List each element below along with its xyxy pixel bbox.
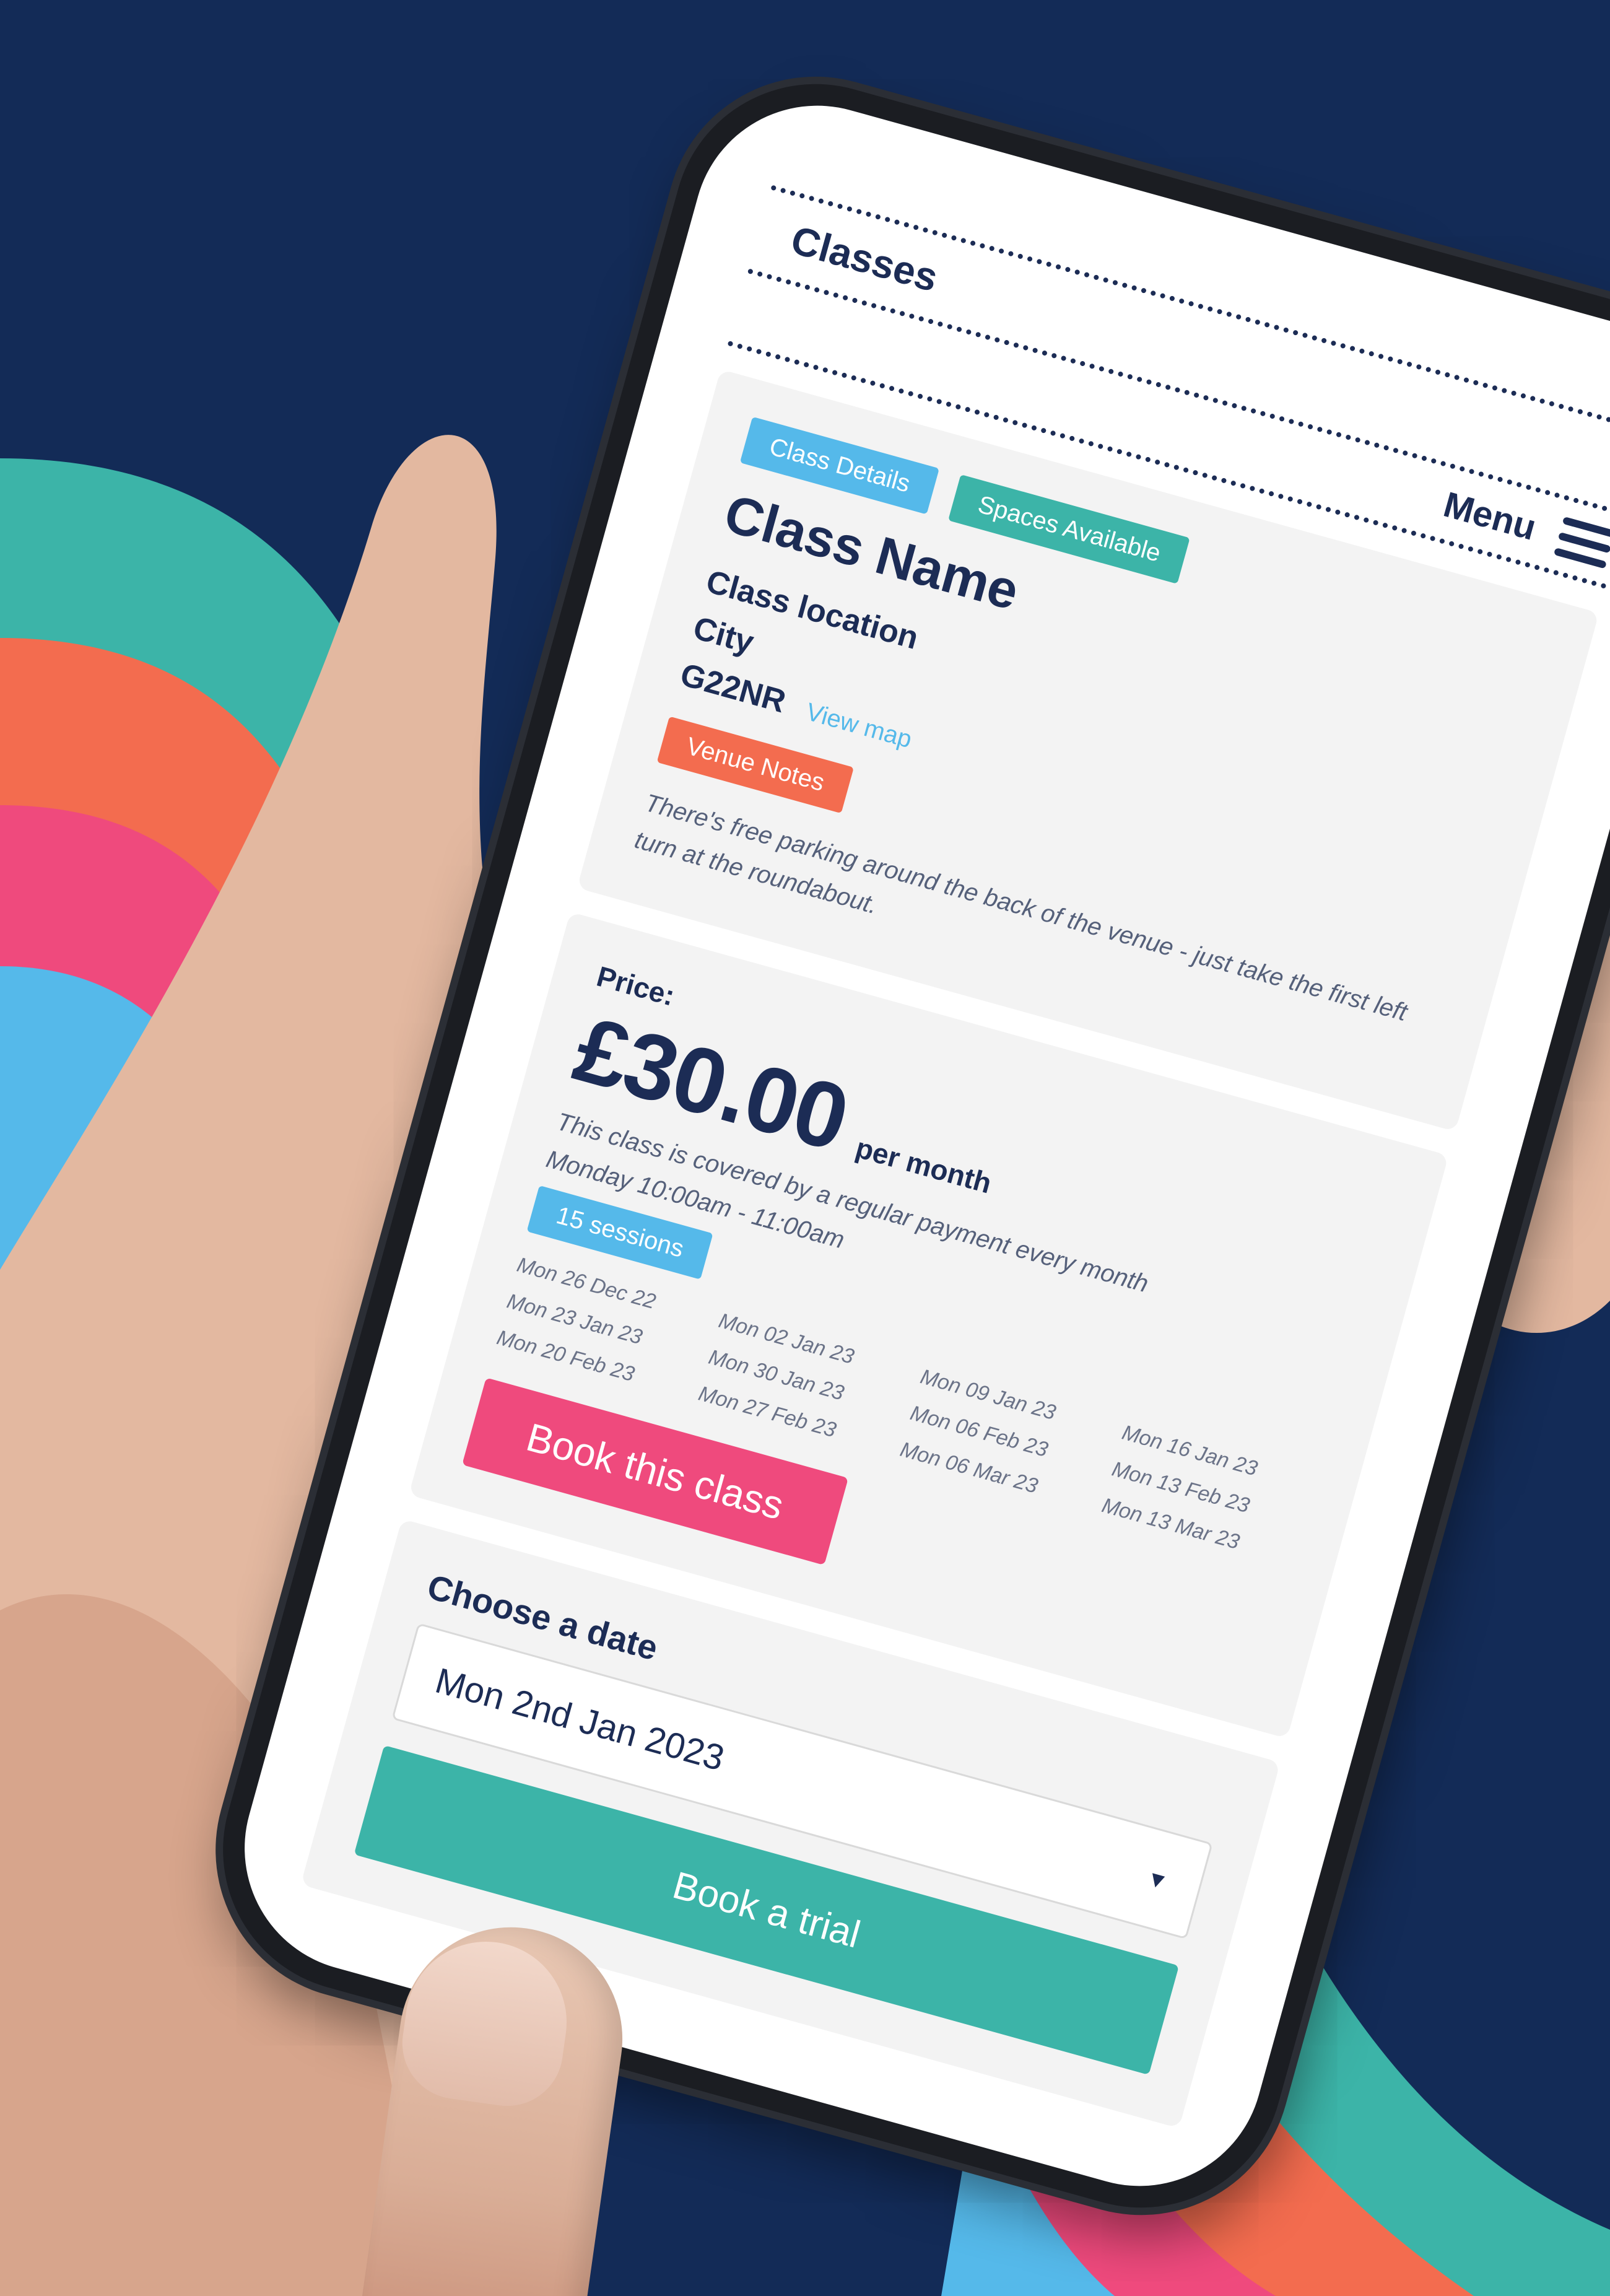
menu-label: Menu	[1439, 484, 1541, 548]
hamburger-icon[interactable]	[1553, 516, 1610, 569]
price-period: per month	[852, 1131, 995, 1200]
caret-down-icon: ▼	[1143, 1864, 1172, 1895]
promo-stage: Classes Menu Class Details Spaces Availa…	[0, 0, 1610, 2296]
selected-date: Mon 2nd Jan 2023	[431, 1660, 729, 1779]
